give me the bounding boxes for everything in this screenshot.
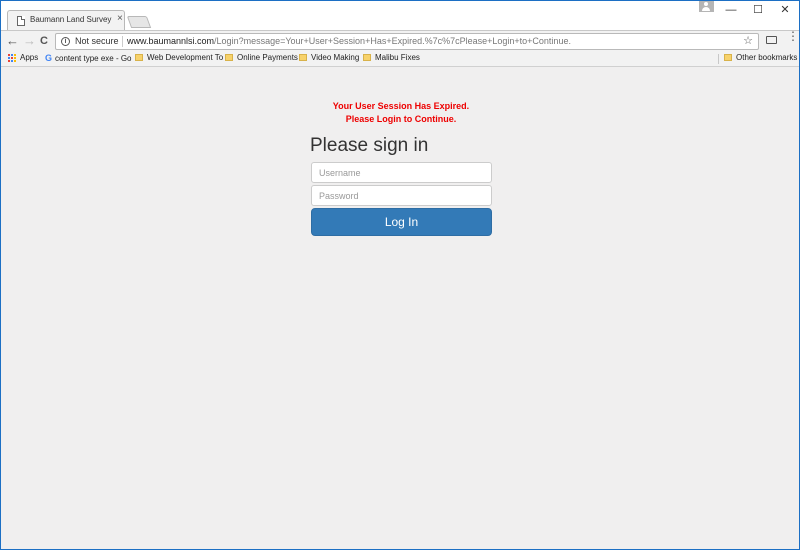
menu-icon[interactable]: ⋮ [787,30,799,42]
back-button[interactable]: ← [6,33,19,49]
bookmark-other[interactable]: Other bookmarks [724,53,797,62]
info-icon[interactable]: i [61,37,70,46]
bookmark-malibu-fixes[interactable]: Malibu Fixes [363,53,420,62]
folder-icon [135,54,143,61]
bookmark-label: Other bookmarks [736,53,798,62]
folder-icon [299,54,307,61]
minimize-button[interactable]: — [721,3,741,17]
folder-icon [225,54,233,61]
address-bar[interactable]: i Not secure www.baumannlsi.com/Login?me… [55,33,759,50]
bookmark-label: Video Making [311,53,360,62]
bookmark-content-type[interactable]: G content type exe - Go [45,53,132,63]
star-icon[interactable]: ☆ [743,34,753,47]
security-label: Not secure [75,36,119,46]
bookmark-apps[interactable]: Apps [8,53,38,62]
profile-icon[interactable] [699,1,714,12]
bookmark-label: Online Payments [237,53,298,62]
bookmark-video-making[interactable]: Video Making [299,53,359,62]
url-text[interactable]: www.baumannlsi.com/Login?message=Your+Us… [127,36,571,46]
session-expired-message: Your User Session Has Expired. Please Lo… [201,100,601,126]
tab-close-icon[interactable]: × [117,13,123,24]
message-line: Your User Session Has Expired. [332,101,470,111]
folder-icon [363,54,371,61]
apps-icon [8,53,16,62]
google-icon: G [45,53,53,63]
new-tab-button[interactable] [126,16,152,28]
bookmark-label: content type exe - Go [55,53,132,63]
divider [718,54,719,64]
bookmark-online-payments[interactable]: Online Payments [225,53,298,62]
url-path: /Login?message=Your+User+Session+Has+Exp… [214,36,571,46]
browser-tab[interactable]: Baumann Land Survey In × [7,10,125,31]
reload-button[interactable]: C [40,33,48,49]
page-title: Please sign in [310,135,429,156]
bookmark-label: Malibu Fixes [375,53,420,62]
folder-icon [724,54,732,61]
browser-window: Baumann Land Survey In × — ☐ ✕ ← → C i N… [0,0,800,550]
username-input[interactable] [311,162,492,183]
bookmark-label: Web Development To [147,53,224,62]
tab-strip: Baumann Land Survey In × — ☐ ✕ [1,1,799,31]
login-button[interactable]: Log In [311,208,492,236]
message-line: Please Login to Continue. [345,114,457,124]
maximize-button[interactable]: ☐ [748,3,768,17]
tab-title: Baumann Land Survey In [30,15,112,24]
bookmark-label: Apps [20,53,39,62]
cast-icon[interactable] [766,36,777,44]
password-input[interactable] [311,185,492,206]
bookmarks-bar: Apps G content type exe - Go Web Develop… [1,51,799,67]
browser-toolbar: ← → C i Not secure www.baumannlsi.com/Lo… [1,30,799,51]
divider [122,36,123,47]
forward-button[interactable]: → [23,33,36,49]
page-icon [17,16,25,26]
bookmark-web-development[interactable]: Web Development To [135,53,223,62]
url-host: www.baumannlsi.com [127,36,215,46]
close-window-button[interactable]: ✕ [775,3,795,17]
